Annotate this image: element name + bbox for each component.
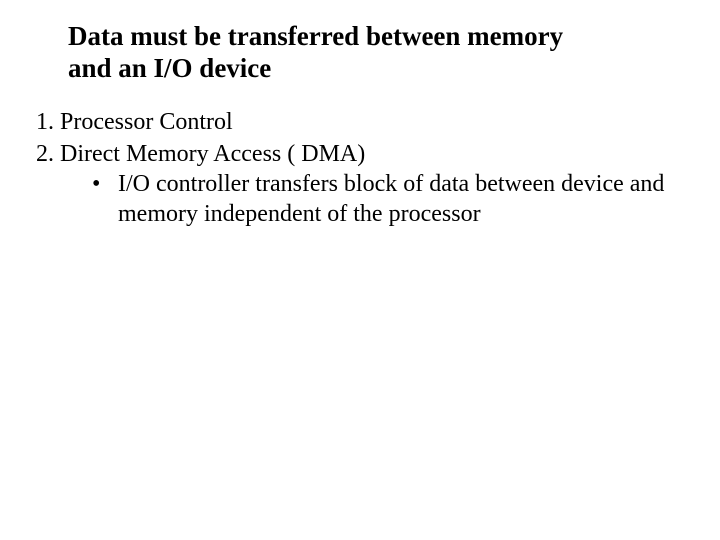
list-item-text: Direct Memory Access ( DMA) (60, 141, 365, 167)
bullet-item: I/O controller transfers block of data b… (90, 169, 690, 229)
list-item: Processor Control (60, 107, 690, 137)
list-item: Direct Memory Access ( DMA) I/O controll… (60, 139, 690, 229)
bullet-list: I/O controller transfers block of data b… (60, 169, 690, 229)
slide-title: Data must be transferred between memory … (68, 20, 598, 85)
ordered-list: Processor Control Direct Memory Access (… (20, 107, 690, 229)
bullet-item-text: I/O controller transfers block of data b… (118, 171, 664, 227)
list-item-text: Processor Control (60, 109, 233, 135)
slide: Data must be transferred between memory … (0, 0, 720, 540)
